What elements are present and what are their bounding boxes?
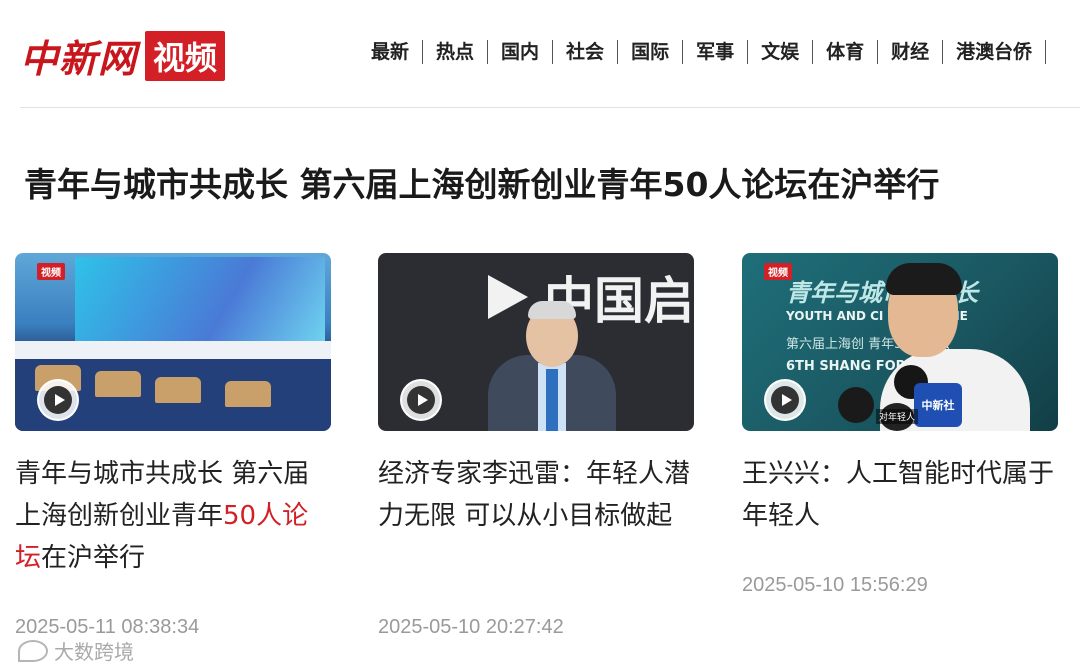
video-thumbnail-1[interactable]: 视频 (15, 253, 331, 431)
video-card-1[interactable]: 视频 青年与城市共成长 第六届上海创新创业青年50人论坛在沪举行 (15, 253, 331, 579)
nav-item-international[interactable]: 国际 (618, 40, 684, 64)
thumbnail-stage-screen (75, 257, 325, 345)
video-badge: 视频 (764, 263, 792, 280)
video-badge: 视频 (37, 263, 65, 280)
site-header: 中新网 视频 最新 热点 国内 社会 国际 军事 文娱 体育 财经 港澳台侨 (0, 0, 1080, 108)
header-divider (20, 107, 1080, 108)
logo-name: 中新网 (20, 36, 138, 81)
watermark: 大数跨境 (18, 636, 134, 665)
play-icon[interactable] (764, 379, 806, 421)
nav-item-latest[interactable]: 最新 (358, 40, 424, 64)
nav-item-overseas[interactable]: 港澳台侨 (943, 40, 1047, 64)
thumbnail-chair (155, 377, 201, 403)
nav-item-sports[interactable]: 体育 (813, 40, 879, 64)
nav-item-military[interactable]: 军事 (683, 40, 749, 64)
thumbnail-caption: 对年轻人 (876, 409, 919, 424)
thumbnail-hair (528, 301, 576, 319)
play-icon[interactable] (37, 379, 79, 421)
logo-video-tag: 视频 (145, 30, 226, 81)
microphone-icon: 中新社 (914, 383, 962, 427)
main-nav: 最新 热点 国内 社会 国际 军事 文娱 体育 财经 港澳台侨 (358, 40, 1047, 64)
watermark-icon (18, 639, 48, 662)
video-title-3[interactable]: 王兴兴：人工智能时代属于年轻人 (742, 453, 1058, 537)
video-card-2[interactable]: 中国启 经济专家李迅雷：年轻人潜力无限 可以从小目标做起 (378, 253, 694, 537)
nav-item-society[interactable]: 社会 (553, 40, 619, 64)
page-headline: 青年与城市共成长 第六届上海创新创业青年50人论坛在沪举行 (24, 165, 940, 204)
video-thumbnail-3[interactable]: 青年与城市共成长 YOUTH AND CI W TOGETHE 第六届上海创 青… (742, 253, 1058, 431)
video-title-1[interactable]: 青年与城市共成长 第六届上海创新创业青年50人论坛在沪举行 (15, 453, 331, 579)
nav-item-entertainment[interactable]: 文娱 (748, 40, 814, 64)
nav-item-finance[interactable]: 财经 (878, 40, 944, 64)
thumbnail-chair (95, 371, 141, 397)
play-icon[interactable] (400, 379, 442, 421)
thumbnail-chair (225, 381, 271, 407)
video-time-3: 2025-05-10 15:56:29 (742, 574, 928, 596)
thumbnail-tie (546, 369, 558, 431)
microphone-icon (838, 387, 874, 423)
video-thumbnail-2[interactable]: 中国启 (378, 253, 694, 431)
thumbnail-hair (886, 263, 962, 295)
site-logo[interactable]: 中新网 视频 (20, 28, 226, 83)
video-card-3[interactable]: 青年与城市共成长 YOUTH AND CI W TOGETHE 第六届上海创 青… (742, 253, 1058, 537)
nav-item-hot[interactable]: 热点 (423, 40, 489, 64)
thumbnail-stage (15, 341, 331, 359)
video-title-2[interactable]: 经济专家李迅雷：年轻人潜力无限 可以从小目标做起 (378, 453, 694, 537)
nav-item-domestic[interactable]: 国内 (488, 40, 554, 64)
thumbnail-arrow (488, 275, 528, 319)
watermark-text: 大数跨境 (54, 640, 134, 664)
video-time-2: 2025-05-10 20:27:42 (378, 616, 564, 638)
title-text: 在沪举行 (41, 543, 146, 573)
